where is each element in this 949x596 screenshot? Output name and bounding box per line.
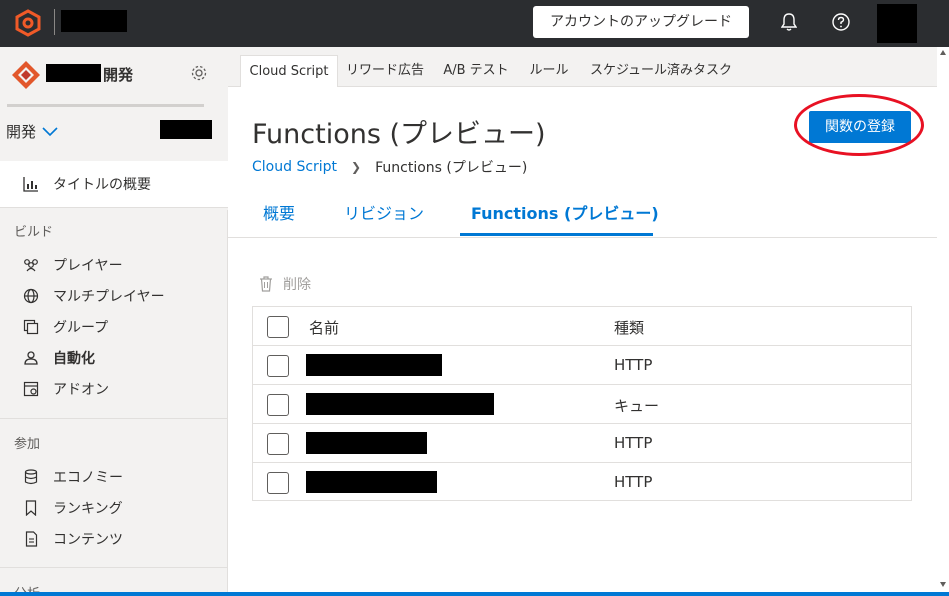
sidebar-item-players[interactable]: プレイヤー (22, 253, 123, 277)
section-label-engage: 参加 (14, 437, 41, 452)
tab-scheduled-tasks[interactable]: スケジュール済みタスク (586, 55, 736, 87)
players-icon (22, 256, 40, 274)
redacted-function-name (306, 432, 427, 454)
redacted-studio-name (46, 64, 101, 82)
function-type: HTTP (614, 356, 653, 374)
addons-icon (22, 380, 40, 398)
globe-icon (22, 287, 40, 305)
table-row[interactable]: HTTP (253, 346, 911, 385)
help-icon[interactable] (830, 11, 852, 33)
chevron-down-icon (42, 126, 58, 136)
subtab-functions[interactable]: Functions (プレビュー) (471, 200, 659, 224)
redacted-function-name (306, 354, 442, 376)
table-row[interactable]: HTTP (253, 424, 911, 463)
sidebar-item-multiplayer[interactable]: マルチプレイヤー (22, 284, 165, 308)
chevron-right-icon: ❯ (351, 160, 362, 174)
tab-rewarded-ads[interactable]: リワード広告 (340, 55, 430, 87)
sidebar-item-automation[interactable]: 自動化 (22, 346, 95, 370)
redacted-function-name (306, 393, 494, 415)
column-header-type[interactable]: 種類 (614, 317, 644, 338)
redacted-function-name (306, 471, 437, 493)
select-all-checkbox[interactable] (267, 316, 289, 338)
environment-dropdown[interactable]: 開発 (6, 121, 58, 142)
row-checkbox[interactable] (267, 394, 289, 416)
sidebar-item-leaderboards[interactable]: ランキング (22, 496, 123, 520)
sidebar-item-label: グループ (53, 320, 109, 336)
section-divider (0, 567, 228, 568)
upgrade-account-button[interactable]: アカウントのアップグレード (533, 6, 749, 38)
sidebar-item-label: プレイヤー (53, 258, 123, 274)
sidebar-item-overview-content: タイトルの概要 (22, 172, 151, 196)
scrollbar[interactable] (937, 47, 949, 592)
delete-button[interactable]: 削除 (259, 274, 311, 294)
groups-icon (22, 318, 40, 336)
register-function-button[interactable]: 関数の登録 (809, 111, 911, 143)
tab-cloud-script[interactable]: Cloud Script (240, 55, 338, 87)
trash-icon (260, 276, 272, 292)
function-type: HTTP (614, 434, 653, 452)
sidebar-item-label: 自動化 (53, 351, 95, 367)
tab-ab-testing[interactable]: A/B テスト (436, 55, 516, 87)
studio-logo-icon (12, 61, 40, 89)
table-row[interactable]: HTTP (253, 463, 911, 502)
table-header-row: 名前 種類 (253, 307, 911, 346)
subtab-revisions[interactable]: リビジョン (344, 200, 424, 224)
logo-divider (54, 9, 55, 35)
playfab-logo-icon[interactable] (14, 9, 42, 37)
sidebar-item-overview[interactable]: タイトルの概要 (0, 161, 228, 207)
column-header-name[interactable]: 名前 (309, 317, 339, 338)
sidebar-item-label: アドオン (53, 382, 109, 398)
studio-divider (7, 104, 204, 107)
sidebar-item-economy[interactable]: エコノミー (22, 465, 123, 489)
document-icon (22, 530, 40, 548)
section-divider (0, 207, 228, 208)
studio-name-suffix: 開発 (103, 66, 134, 84)
section-divider (0, 418, 228, 419)
chart-icon (22, 175, 40, 193)
sidebar-item-label: エコノミー (53, 470, 123, 486)
scroll-down-arrow[interactable] (940, 582, 946, 587)
avatar[interactable] (877, 4, 917, 43)
breadcrumb-current: Functions (プレビュー) (375, 160, 528, 176)
delete-label: 削除 (283, 277, 311, 293)
scroll-up-arrow[interactable] (940, 50, 946, 55)
tab-rules[interactable]: ルール (524, 55, 574, 87)
bell-icon[interactable] (778, 11, 800, 33)
bookmark-icon (22, 499, 40, 517)
automation-tabs: Cloud Script リワード広告 A/B テスト ルール スケジュール済み… (228, 47, 949, 87)
automation-icon (22, 349, 40, 367)
sidebar-item-label: ランキング (53, 501, 123, 517)
subtab-overview[interactable]: 概要 (263, 200, 295, 224)
gear-icon[interactable] (190, 64, 208, 82)
row-checkbox[interactable] (267, 472, 289, 494)
redacted-title-name (160, 120, 212, 139)
function-type: HTTP (614, 473, 653, 491)
breadcrumb: Cloud Script ❯ Functions (プレビュー) (252, 157, 527, 177)
row-checkbox[interactable] (267, 355, 289, 377)
sidebar-item-addons[interactable]: アドオン (22, 377, 109, 401)
sidebar-item-label: タイトルの概要 (53, 177, 151, 193)
redacted-app-name (61, 10, 127, 32)
sidebar-item-content[interactable]: コンテンツ (22, 527, 123, 551)
sidebar: 開発 開発 タイトルの概要 ビルド プレイヤー マルチプレイヤー グループ 自動… (0, 47, 228, 596)
row-checkbox[interactable] (267, 433, 289, 455)
sidebar-item-label: コンテンツ (53, 532, 123, 548)
economy-icon (22, 468, 40, 486)
functions-table: 名前 種類 HTTP キュー HTTP HTTP (252, 306, 912, 501)
window-bottom-edge (0, 592, 949, 596)
cloudscript-subtabs: 概要 リビジョン Functions (プレビュー) (228, 190, 949, 238)
function-type: キュー (614, 397, 660, 415)
top-bar: アカウントのアップグレード (0, 0, 949, 47)
environment-label: 開発 (6, 123, 37, 141)
table-row[interactable]: キュー (253, 385, 911, 424)
page-title: Functions (プレビュー) (252, 119, 546, 150)
sidebar-item-groups[interactable]: グループ (22, 315, 108, 339)
breadcrumb-link[interactable]: Cloud Script (252, 159, 337, 175)
sidebar-item-label: マルチプレイヤー (53, 289, 165, 305)
active-tab-indicator (460, 233, 653, 236)
section-label-build: ビルド (14, 225, 54, 240)
